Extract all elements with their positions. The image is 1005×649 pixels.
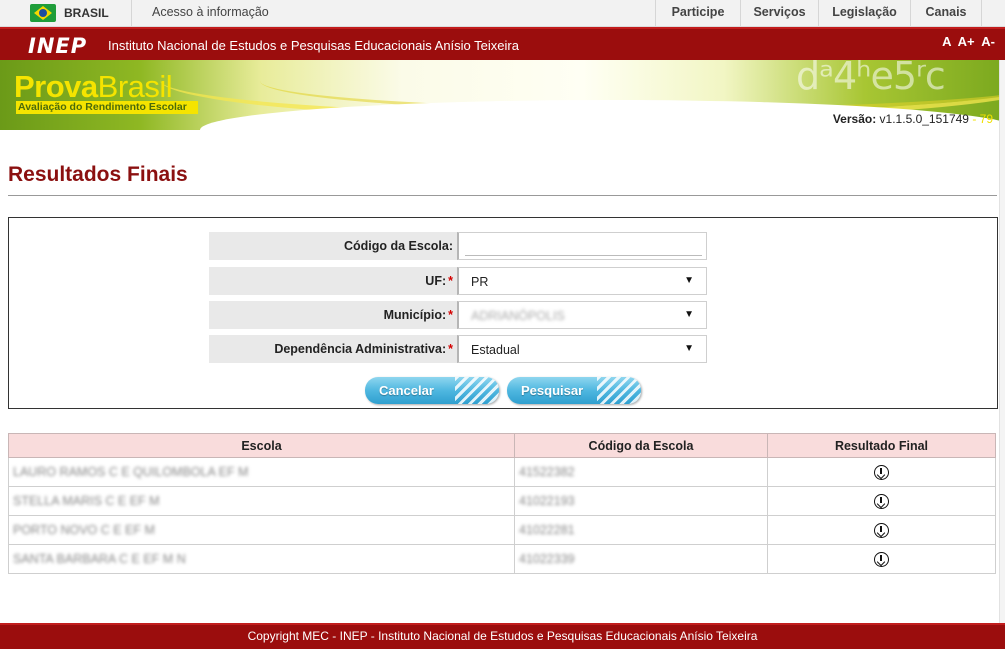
search-button[interactable]: Pesquisar xyxy=(507,377,641,404)
brazil-flag-icon[interactable] xyxy=(30,4,56,22)
table-row: STELLA MARIS C E EF M 41022193 xyxy=(8,486,996,516)
page-title: Resultados Finais xyxy=(8,163,188,186)
logo-brasil: Brasil xyxy=(97,69,173,104)
results-table: Escola Código da Escola Resultado Final … xyxy=(8,433,996,574)
header-codigo: Código da Escola xyxy=(514,433,768,458)
escola-cell: STELLA MARIS C E EF M xyxy=(8,486,515,516)
resultado-cell xyxy=(767,544,996,574)
prova-brasil-logo[interactable]: ProvaBrasil xyxy=(14,69,173,104)
gov-brasil-link[interactable]: BRASIL xyxy=(64,6,109,20)
button-stripes-decoration xyxy=(597,377,641,404)
municipio-selected-value: ADRIANÓPOLIS xyxy=(471,309,565,323)
escola-cell: PORTO NOVO C E EF M xyxy=(8,515,515,545)
codigo-escola-label: Código da Escola: xyxy=(209,232,457,260)
search-button-label: Pesquisar xyxy=(521,383,584,398)
table-row: LAURO RAMOS C E QUILOMBOLA EF M 41522382 xyxy=(8,457,996,487)
table-header-row: Escola Código da Escola Resultado Final xyxy=(8,433,996,458)
dependencia-row: Dependência Administrativa: * Estadual ▼ xyxy=(209,335,707,363)
nav-legislacao[interactable]: Legislação xyxy=(819,5,910,19)
uf-row: UF: * PR ▼ xyxy=(209,267,707,295)
table-row: PORTO NOVO C E EF M 41022281 xyxy=(8,515,996,545)
dependencia-select[interactable]: Estadual ▼ xyxy=(457,335,707,363)
download-icon[interactable] xyxy=(874,464,889,480)
header-resultado: Resultado Final xyxy=(767,433,996,458)
escola-cell: SANTA BARBARA C E EF M N xyxy=(8,544,515,574)
codigo-cell: 41022193 xyxy=(514,486,768,516)
municipio-select[interactable]: ADRIANÓPOLIS ▼ xyxy=(457,301,707,329)
logo-prova: Prova xyxy=(14,69,98,104)
codigo-escola-field[interactable] xyxy=(457,232,707,260)
button-stripes-decoration xyxy=(455,377,499,404)
prova-brasil-tagline: Avaliação do Rendimento Escolar xyxy=(16,101,198,114)
nav-canais[interactable]: Canais xyxy=(911,5,981,19)
chevron-down-icon: ▼ xyxy=(684,343,694,354)
font-increase-button[interactable]: A+ xyxy=(958,34,975,49)
font-decrease-button[interactable]: A- xyxy=(981,34,995,49)
gov-top-bar: BRASIL Acesso à informação Participe Ser… xyxy=(0,0,1005,27)
uf-select[interactable]: PR ▼ xyxy=(457,267,707,295)
escola-cell: LAURO RAMOS C E QUILOMBOLA EF M xyxy=(8,457,515,487)
cancel-button[interactable]: Cancelar xyxy=(365,377,499,404)
font-reset-button[interactable]: A xyxy=(942,34,951,49)
codigo-escola-row: Código da Escola: xyxy=(209,232,707,260)
uf-label: UF: * xyxy=(209,267,457,295)
dependencia-selected-value: Estadual xyxy=(471,343,520,357)
download-icon[interactable] xyxy=(874,551,889,567)
uf-selected-value: PR xyxy=(471,275,489,289)
acesso-informacao-link[interactable]: Acesso à informação xyxy=(152,5,269,19)
banner-letters-decoration: dᵃ4ʰe5ʳc xyxy=(796,54,946,98)
dependencia-label: Dependência Administrativa: * xyxy=(209,335,457,363)
resultado-cell xyxy=(767,486,996,516)
footer: Copyright MEC - INEP - Instituto Naciona… xyxy=(0,623,1005,649)
resultado-cell xyxy=(767,515,996,545)
cancel-button-label: Cancelar xyxy=(379,383,434,398)
codigo-cell: 41522382 xyxy=(514,457,768,487)
download-icon[interactable] xyxy=(874,493,889,509)
chevron-down-icon: ▼ xyxy=(684,309,694,320)
title-divider xyxy=(8,195,997,196)
inep-logo[interactable]: INEP xyxy=(28,34,87,58)
chevron-down-icon: ▼ xyxy=(684,275,694,286)
version-value: v1.1.5.0_151749 xyxy=(879,112,969,126)
version-info: Versão: v1.1.5.0_151749 - 79 xyxy=(833,112,993,126)
nav-participe[interactable]: Participe xyxy=(656,5,740,19)
divider xyxy=(131,0,132,26)
search-form: Código da Escola: UF: * PR ▼ Município: * … xyxy=(8,217,998,409)
table-row: SANTA BARBARA C E EF M N 41022339 xyxy=(8,544,996,574)
resultado-cell xyxy=(767,457,996,487)
page-scrollbar[interactable] xyxy=(999,60,1005,623)
inep-institute-name: Instituto Nacional de Estudos e Pesquisa… xyxy=(108,38,519,53)
font-size-controls: A A+ A- xyxy=(939,34,995,49)
download-icon[interactable] xyxy=(874,522,889,538)
nav-servicos[interactable]: Serviços xyxy=(741,5,818,19)
footer-copyright: Copyright MEC - INEP - Instituto Naciona… xyxy=(247,629,758,643)
municipio-label: Município: * xyxy=(209,301,457,329)
codigo-cell: 41022339 xyxy=(514,544,768,574)
version-label: Versão: xyxy=(832,112,877,126)
divider xyxy=(981,0,982,26)
header-escola: Escola xyxy=(8,433,515,458)
codigo-cell: 41022281 xyxy=(514,515,768,545)
municipio-row: Município: * ADRIANÓPOLIS ▼ xyxy=(209,301,707,329)
version-suffix: - 79 xyxy=(972,112,993,126)
